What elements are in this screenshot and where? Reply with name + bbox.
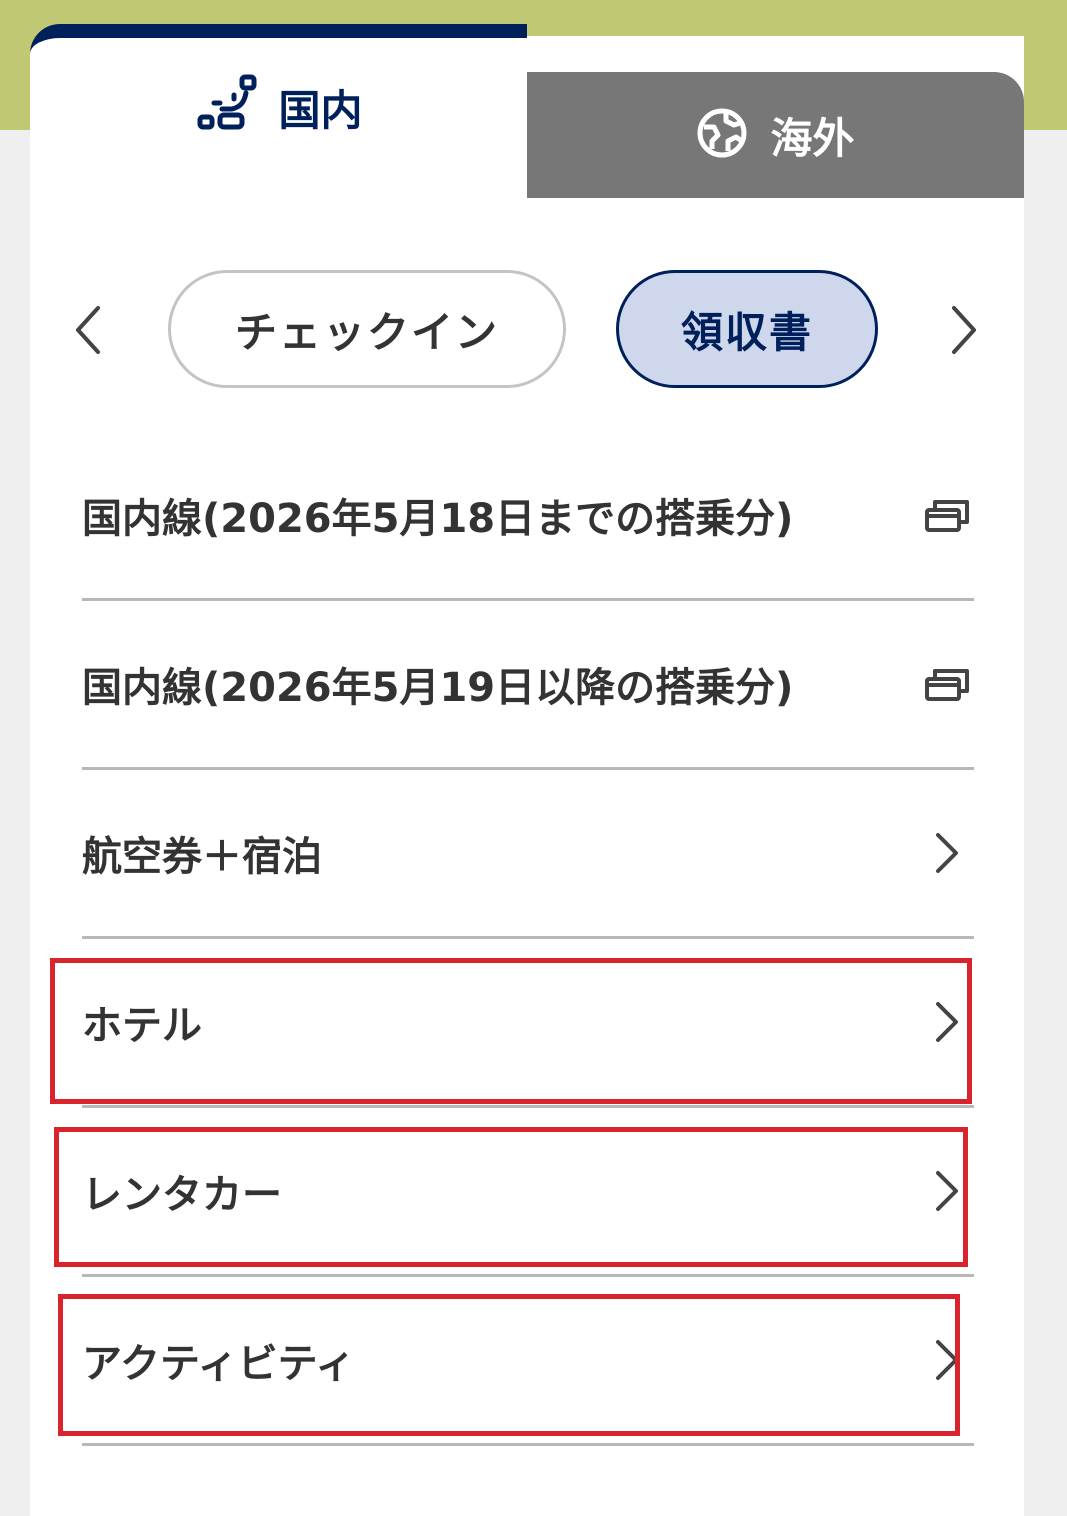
list-item-label: ホテル	[82, 1003, 202, 1049]
chevron-right-icon	[924, 999, 970, 1045]
tab-domestic[interactable]: 国内	[30, 24, 527, 198]
list-item-label: 国内線(2026年5月19日以降の搭乗分)	[82, 665, 794, 711]
list-item-label: レンタカー	[82, 1172, 282, 1218]
list-item-label: 航空券＋宿泊	[82, 834, 322, 880]
list-item-flight-hotel[interactable]: 航空券＋宿泊	[82, 770, 974, 939]
external-window-icon	[924, 492, 970, 538]
tab-international[interactable]: 海外	[527, 72, 1024, 198]
external-window-icon	[924, 661, 970, 707]
list-item-label: アクティビティ	[82, 1341, 356, 1387]
tab-domestic-label: 国内	[278, 85, 363, 135]
receipt-pill-button[interactable]: 領収書	[616, 270, 878, 388]
list-item-rental-car[interactable]: レンタカー	[82, 1108, 974, 1277]
category-pill-row: チェックイン 領収書	[30, 270, 1024, 390]
chevron-right-icon	[924, 830, 970, 876]
list-item-domestic-until-0518[interactable]: 国内線(2026年5月18日までの搭乗分)	[82, 432, 974, 601]
checkin-pill-button[interactable]: チェックイン	[168, 270, 566, 388]
chevron-right-icon	[924, 1337, 970, 1383]
list-item-hotel[interactable]: ホテル	[82, 939, 974, 1108]
list-item-label: 国内線(2026年5月18日までの搭乗分)	[82, 496, 794, 542]
receipt-link-list: 国内線(2026年5月18日までの搭乗分) 国内線(2026年5月19日以降の搭…	[82, 432, 974, 1446]
chevron-right-icon[interactable]	[944, 304, 984, 356]
chevron-right-icon	[924, 1168, 970, 1214]
list-item-domestic-from-0519[interactable]: 国内線(2026年5月19日以降の搭乗分)	[82, 601, 974, 770]
chevron-left-icon[interactable]	[68, 304, 108, 356]
list-item-activity[interactable]: アクティビティ	[82, 1277, 974, 1446]
seat-icon	[194, 73, 260, 141]
globe-icon	[696, 107, 748, 163]
tab-international-label: 海外	[770, 113, 855, 163]
